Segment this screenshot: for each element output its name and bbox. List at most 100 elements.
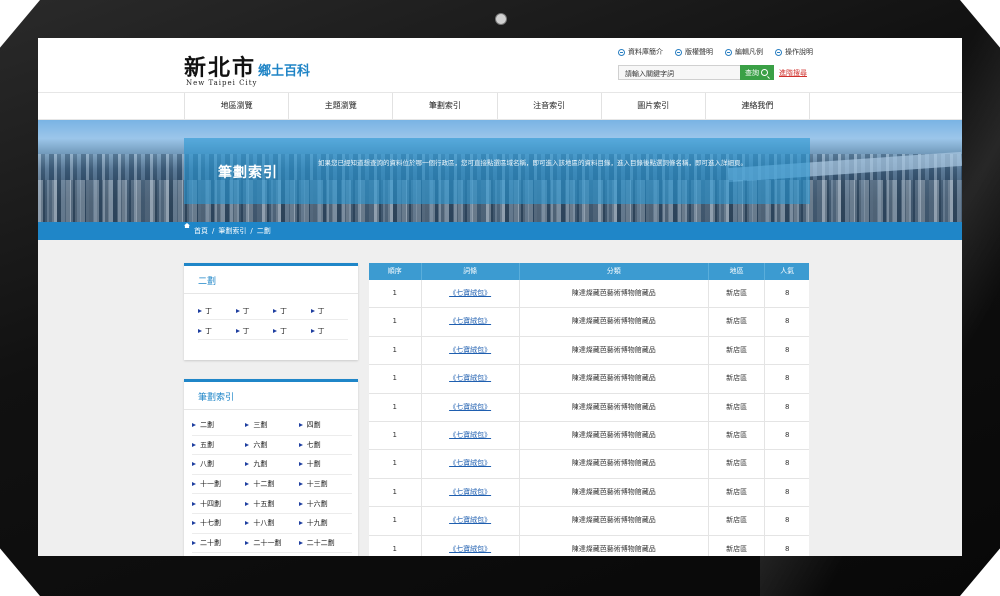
stroke-item[interactable]: 十一劃: [192, 475, 246, 495]
stroke-item[interactable]: 三劃: [245, 416, 299, 436]
nav-item-topic[interactable]: 主題瀏覽: [289, 93, 394, 119]
cell-popularity: 8: [784, 430, 790, 439]
stroke-item[interactable]: 十七劃: [192, 514, 246, 534]
divider: [184, 409, 358, 410]
entry-link[interactable]: 《七寶絨包》: [449, 516, 491, 524]
site-name: 鄉土百科: [258, 64, 311, 79]
table-row: 1 《七寶絨包》 陳達燦藏芭藝術博物館藏品 新店區 8: [369, 393, 809, 422]
triangle-right-icon: [273, 329, 277, 333]
entry-link[interactable]: 《七寶絨包》: [449, 431, 491, 439]
triangle-right-icon: [273, 309, 277, 313]
panel-title: 二劃: [198, 277, 217, 287]
cell-area: 新店區: [709, 507, 766, 535]
stroke-item[interactable]: 十五劃: [245, 494, 299, 514]
entry-link[interactable]: 《七寶絨包》: [449, 459, 491, 467]
nav-item-contact[interactable]: 連絡我們: [706, 93, 811, 119]
entry-link[interactable]: 《七寶絨包》: [449, 488, 491, 496]
triangle-right-icon: [192, 521, 196, 526]
cell-category: 陳達燦藏芭藝術博物館藏品: [520, 280, 709, 308]
main-nav: 地區瀏覽 主題瀏覽 筆劃索引 注音索引 圖片索引 連絡我們: [38, 92, 962, 120]
top-link-help[interactable]: 操作說明: [775, 47, 813, 57]
cell-area: 新店區: [709, 308, 766, 336]
stroke-item[interactable]: 十六劃: [298, 494, 352, 514]
nav-item-image-index[interactable]: 圖片索引: [602, 93, 706, 119]
stroke-item[interactable]: 六劃: [245, 436, 299, 456]
stroke-item[interactable]: 二十劃: [192, 534, 246, 554]
cell-order: 1: [369, 535, 422, 556]
top-link-copyright[interactable]: 版權聲明: [675, 47, 713, 57]
top-link-about[interactable]: 資料庫簡介: [618, 47, 663, 57]
character-item[interactable]: 丁: [198, 306, 236, 320]
site-logo[interactable]: 新北市: [184, 50, 256, 82]
character-item[interactable]: 丁: [235, 326, 273, 340]
stroke-item[interactable]: 八劃: [192, 455, 246, 475]
entry-link[interactable]: 《七寶絨包》: [449, 289, 491, 297]
cell-area: 新店區: [709, 421, 766, 450]
site-logo-subtitle: New Taipei City: [186, 79, 258, 87]
cell-category: 陳達燦藏芭藝術博物館藏品: [520, 336, 709, 365]
search-button[interactable]: 查詢: [740, 65, 774, 80]
nav-item-zhuyin-index[interactable]: 注音索引: [498, 93, 602, 119]
character-item[interactable]: 丁: [273, 326, 311, 340]
character-item[interactable]: 丁: [310, 306, 348, 320]
table-row: 1 《七寶絨包》 陳達燦藏芭藝術博物館藏品 新店區 8: [369, 308, 809, 337]
circle-arrow-icon: [675, 48, 682, 56]
stroke-item[interactable]: 二十二劃: [298, 534, 352, 554]
column-header-entry: 詞條: [422, 263, 520, 280]
stroke-item[interactable]: 七劃: [298, 436, 352, 456]
cell-category: 陳達燦藏芭藝術博物館藏品: [520, 308, 709, 336]
stroke-item[interactable]: 二劃: [192, 416, 246, 436]
entry-link[interactable]: 《七寶絨包》: [449, 545, 491, 553]
cell-popularity: 8: [784, 516, 790, 525]
entry-link[interactable]: 《七寶絨包》: [449, 346, 491, 354]
column-header-category: 分類: [520, 263, 709, 280]
advanced-search-link[interactable]: 進階搜尋: [779, 68, 807, 78]
stroke-item[interactable]: 十九劃: [298, 514, 352, 534]
cell-order: 1: [369, 365, 422, 393]
triangle-right-icon: [235, 309, 240, 313]
character-item[interactable]: 丁: [235, 306, 273, 320]
stroke-item[interactable]: 十八劃: [245, 514, 299, 534]
stroke-item[interactable]: 十四劃: [192, 494, 246, 514]
table-row: 1 《七寶絨包》 陳達燦藏芭藝術博物館藏品 新店區 8: [369, 535, 809, 556]
cell-order: 1: [369, 336, 422, 365]
triangle-right-icon: [245, 501, 250, 506]
banner-overlay: 筆劃索引 如果您已經知道想查詢的資料位於哪一個行政區，您可直接點選區域名稱，即可…: [184, 138, 810, 204]
stroke-item[interactable]: 四劃: [298, 416, 352, 436]
stroke-item[interactable]: 十劃: [298, 455, 352, 475]
search-icon: [761, 69, 768, 76]
entry-link[interactable]: 《七寶絨包》: [449, 374, 491, 382]
stroke-item[interactable]: 十二劃: [245, 475, 299, 495]
stroke-item[interactable]: 五劃: [192, 436, 246, 456]
breadcrumb-stroke-index[interactable]: 筆劃索引: [218, 222, 246, 240]
cell-category: 陳達燦藏芭藝術博物館藏品: [520, 535, 709, 556]
breadcrumb-home[interactable]: 首頁: [194, 222, 208, 240]
character-item[interactable]: 丁: [198, 326, 236, 340]
triangle-right-icon: [192, 423, 196, 428]
stroke-item[interactable]: 九劃: [245, 455, 299, 475]
cell-area: 新店區: [709, 393, 766, 421]
triangle-right-icon: [298, 482, 303, 487]
triangle-right-icon: [192, 540, 196, 545]
entry-link[interactable]: 《七寶絨包》: [449, 403, 491, 411]
cell-order: 1: [369, 507, 422, 535]
triangle-right-icon: [298, 462, 303, 467]
cell-entry: 《七寶絨包》: [422, 308, 520, 336]
cell-category: 陳達燦藏芭藝術博物館藏品: [520, 507, 709, 535]
stroke-item[interactable]: 二十一劃: [245, 534, 299, 554]
entry-link[interactable]: 《七寶絨包》: [449, 317, 491, 325]
top-link-editorial[interactable]: 編輯凡例: [725, 47, 763, 57]
character-item[interactable]: 丁: [310, 326, 348, 340]
cell-popularity: 8: [784, 317, 790, 326]
top-links: 資料庫簡介 版權聲明 編輯凡例 操作說明: [618, 47, 813, 57]
character-item[interactable]: 丁: [273, 306, 311, 320]
table-row: 1 《七寶絨包》 陳達燦藏芭藝術博物館藏品 新店區 8: [369, 450, 809, 479]
table-header: 順序 詞條 分類 地區 人氣: [369, 263, 809, 280]
cell-area: 新店區: [709, 478, 766, 507]
table-row: 1 《七寶絨包》 陳達燦藏芭藝術博物館藏品 新店區 8: [369, 478, 809, 508]
cell-entry: 《七寶絨包》: [422, 336, 520, 365]
nav-item-area[interactable]: 地區瀏覽: [184, 93, 290, 119]
nav-item-stroke-index[interactable]: 筆劃索引: [393, 93, 498, 119]
character-list: 丁 丁 丁 丁 丁 丁 丁 丁: [198, 306, 348, 340]
stroke-item[interactable]: 十三劃: [298, 475, 352, 495]
